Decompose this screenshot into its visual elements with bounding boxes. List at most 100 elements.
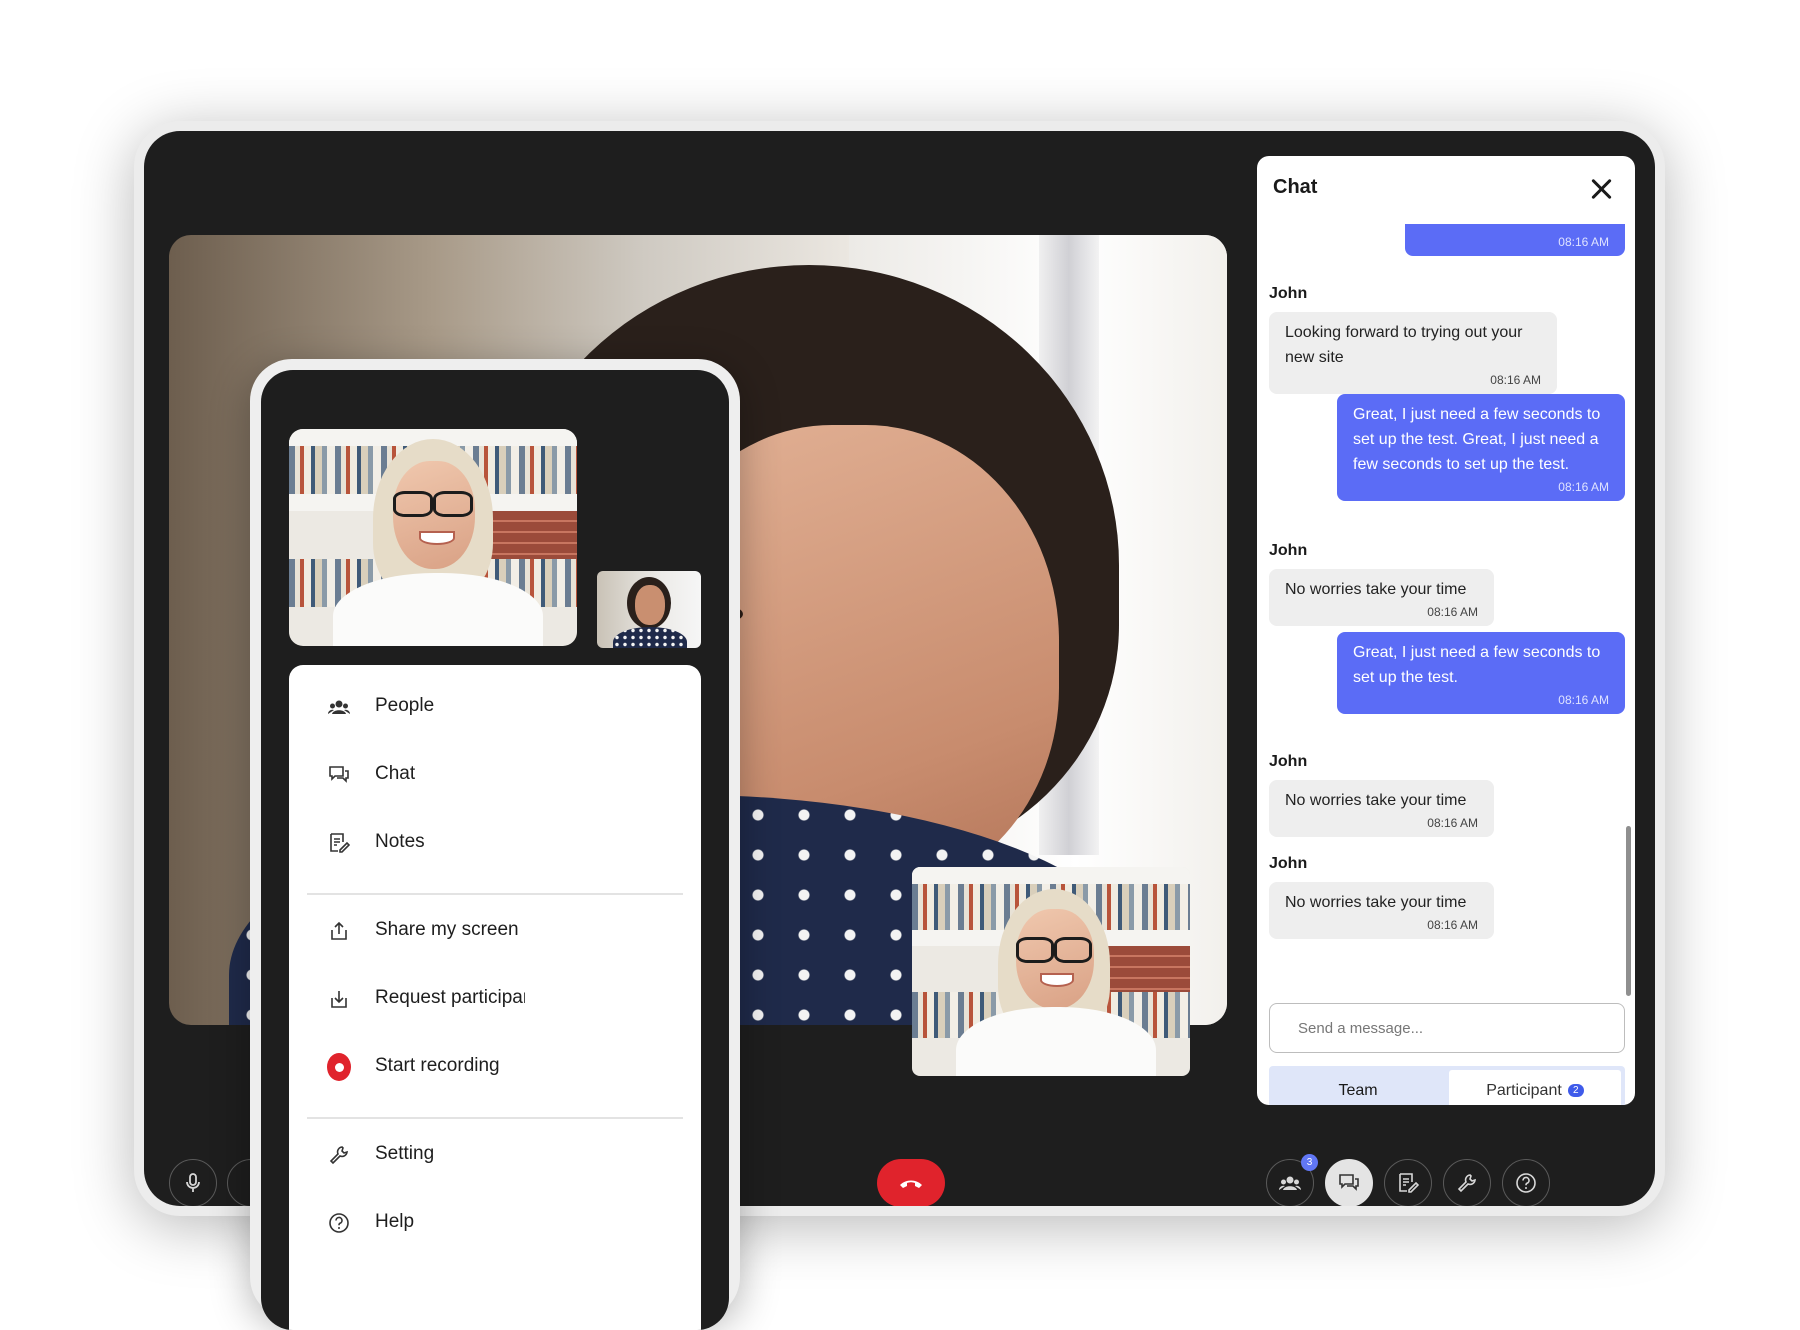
people-count-badge: 3 — [1301, 1154, 1318, 1171]
message-sender: John — [1269, 855, 1308, 872]
shelf — [912, 867, 1190, 884]
menu-item-label: Request participar — [375, 987, 525, 1008]
participant-face — [635, 585, 665, 625]
message-input[interactable] — [1269, 1003, 1625, 1053]
settings-wrench-icon — [1457, 1174, 1476, 1193]
chat-message-received: John Looking forward to trying out your … — [1269, 281, 1557, 394]
video-scene — [912, 867, 1190, 1076]
hang-up-button[interactable] — [877, 1159, 945, 1206]
chat-title: Chat — [1273, 176, 1318, 198]
wrench-icon — [327, 1143, 351, 1167]
menu-item-label: Chat — [375, 763, 416, 784]
chat-audience-tabs: Team Participant 2 — [1269, 1066, 1625, 1105]
notes-icon — [1399, 1173, 1419, 1193]
chat-message-own: Great, I just need a few seconds to set … — [1337, 394, 1625, 501]
message-text: Great, I just need a few seconds to set … — [1353, 644, 1601, 686]
message-text: No worries take your time — [1285, 894, 1467, 911]
phone-menu: People Chat Notes Share my screen Reques… — [289, 665, 701, 1330]
message-text: Looking forward to trying out your new s… — [1285, 324, 1523, 366]
participant-count-badge: 2 — [1567, 1084, 1584, 1098]
chat-message-own: Great, I just need a few seconds to set … — [1337, 632, 1625, 714]
menu-item-request-participant[interactable]: Request participar — [289, 971, 701, 1027]
settings-button[interactable] — [1443, 1159, 1491, 1206]
smile — [419, 531, 455, 545]
chat-message-received: John No worries take your time 08:16 AM — [1269, 749, 1494, 837]
menu-item-share-screen[interactable]: Share my screen — [289, 903, 701, 959]
message-bubble: No worries take your time 08:16 AM — [1269, 882, 1494, 939]
people-icon — [327, 695, 351, 719]
participant-shirt — [613, 627, 687, 648]
chat-icon — [327, 763, 351, 787]
notes-button[interactable] — [1384, 1159, 1432, 1206]
microphone-icon — [186, 1173, 200, 1192]
record-icon — [327, 1053, 351, 1081]
menu-item-label: Share my screen — [375, 919, 519, 940]
self-view-video[interactable] — [912, 867, 1190, 1076]
phone-self-view[interactable] — [597, 571, 701, 648]
hang-up-icon — [900, 1180, 922, 1188]
chat-message-list[interactable]: 08:16 AM John Looking forward to trying … — [1257, 224, 1635, 960]
chat-panel: Chat 08:16 AM John Looking forward to tr… — [1257, 156, 1635, 1105]
message-sender: John — [1269, 542, 1308, 559]
tab-participant-label: Participant — [1486, 1082, 1562, 1099]
message-text: No worries take your time — [1285, 581, 1467, 598]
menu-item-chat[interactable]: Chat — [289, 747, 701, 803]
chat-scrollbar[interactable] — [1626, 826, 1631, 996]
message-bubble: Great, I just need a few seconds to set … — [1337, 394, 1625, 501]
message-bubble: Looking forward to trying out your new s… — [1269, 312, 1557, 394]
menu-item-label: Start recording — [375, 1055, 500, 1076]
menu-item-start-recording[interactable]: Start recording — [289, 1039, 701, 1095]
phone-frame: People Chat Notes Share my screen Reques… — [250, 359, 740, 1330]
help-icon — [327, 1211, 351, 1235]
menu-divider — [307, 1117, 683, 1119]
menu-item-people[interactable]: People — [289, 679, 701, 735]
tab-team[interactable]: Team — [1269, 1070, 1447, 1105]
menu-item-label: Notes — [375, 831, 425, 852]
message-text: No worries take your time — [1285, 792, 1467, 809]
message-text: Great, I just need a few seconds to set … — [1353, 406, 1601, 473]
menu-item-notes[interactable]: Notes — [289, 815, 701, 871]
smile — [1040, 973, 1074, 987]
message-time: 08:16 AM — [1427, 816, 1478, 830]
share-screen-icon — [327, 919, 351, 943]
message-bubble: 08:16 AM — [1405, 224, 1625, 256]
message-sender: John — [1269, 753, 1308, 770]
chat-button[interactable] — [1325, 1159, 1373, 1206]
message-bubble: No worries take your time 08:16 AM — [1269, 569, 1494, 626]
message-time: 08:16 AM — [1490, 373, 1541, 387]
close-icon[interactable] — [1589, 176, 1615, 202]
menu-item-setting[interactable]: Setting — [289, 1127, 701, 1183]
people-icon — [1279, 1176, 1301, 1190]
message-bubble: No worries take your time 08:16 AM — [1269, 780, 1494, 837]
message-sender: John — [1269, 285, 1308, 302]
request-participant-icon — [327, 987, 351, 1011]
people-button[interactable]: 3 — [1266, 1154, 1318, 1206]
glasses — [1054, 937, 1092, 963]
glasses — [393, 491, 433, 517]
chat-icon — [1339, 1174, 1359, 1191]
message-bubble: Great, I just need a few seconds to set … — [1337, 632, 1625, 714]
record-dot — [327, 1053, 351, 1081]
chat-message-own: 08:16 AM — [1405, 224, 1625, 256]
chat-message-received: John No worries take your time 08:16 AM — [1269, 538, 1494, 626]
help-icon — [1516, 1173, 1536, 1193]
phone-screen: People Chat Notes Share my screen Reques… — [261, 370, 729, 1330]
menu-item-label: Help — [375, 1211, 415, 1232]
chat-message-received: John No worries take your time 08:16 AM — [1269, 851, 1494, 939]
help-button[interactable] — [1502, 1159, 1550, 1206]
phone-participant-video[interactable] — [289, 429, 577, 646]
participant-shirt — [333, 573, 543, 646]
message-time: 08:16 AM — [1558, 235, 1609, 249]
message-time: 08:16 AM — [1427, 918, 1478, 932]
message-time: 08:16 AM — [1427, 605, 1478, 619]
menu-item-help[interactable]: Help — [289, 1195, 701, 1251]
menu-item-label: Setting — [375, 1143, 435, 1164]
microphone-button[interactable] — [169, 1159, 217, 1206]
tab-participant[interactable]: Participant 2 — [1449, 1070, 1621, 1105]
glasses — [433, 491, 473, 517]
menu-item-label: People — [375, 695, 435, 716]
message-time: 08:16 AM — [1558, 693, 1609, 707]
glasses — [1016, 937, 1054, 963]
message-time: 08:16 AM — [1558, 480, 1609, 494]
video-scene — [289, 429, 577, 646]
